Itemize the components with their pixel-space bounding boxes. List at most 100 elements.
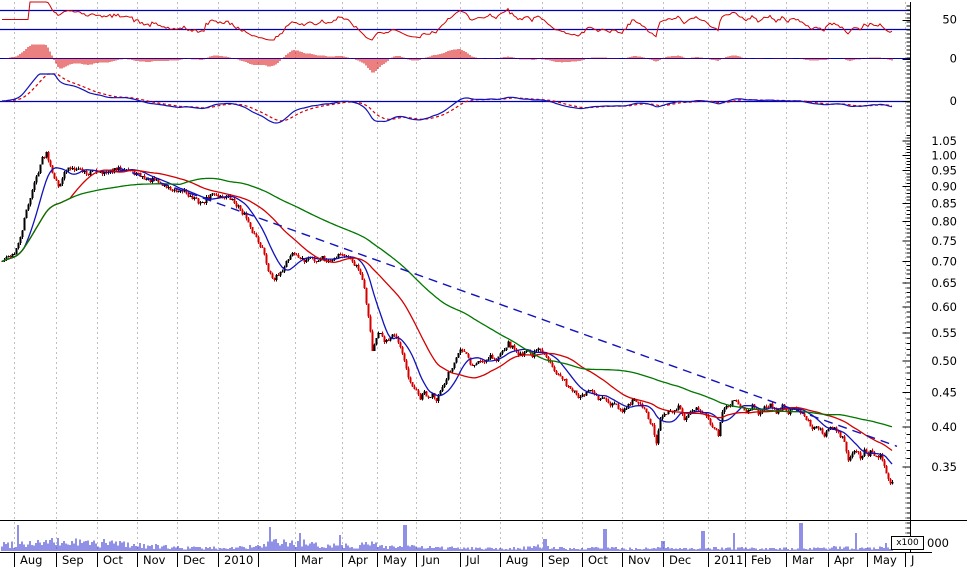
macd-histogram-bar [7,57,9,59]
macd-histogram-bar [807,58,809,61]
candle-body [441,386,444,392]
volume-bar [497,549,499,551]
macd-histogram-bar [761,58,763,60]
volume-bar [359,545,361,551]
volume-bar [127,542,129,551]
volume-bar [231,547,233,551]
macd-histogram-bar [347,57,349,59]
macd-histogram-bar [337,56,339,59]
volume-bar [517,548,519,551]
candle-body [625,408,628,410]
candle-body [883,460,886,467]
macd-histogram-bar [113,58,115,61]
macd-histogram-bar [411,58,413,61]
volume-bar [597,547,599,551]
candle-body [565,379,568,386]
volume-bar [307,545,309,551]
volume-bar [505,549,507,551]
month-label: Mar [301,553,323,567]
volume-bar [787,548,789,551]
candle-body [665,414,668,416]
volume-bar [495,548,497,551]
volume-bar [331,547,333,551]
volume-bar [131,546,133,551]
macd-histogram-bar [577,58,579,62]
candle-body [599,398,602,400]
macd-histogram-bar [189,58,191,60]
volume-bar [161,546,163,551]
volume-bar [63,540,65,551]
volume-bar [727,547,729,551]
volume-bar [573,547,575,551]
volume-bar [185,549,187,551]
macd-histogram-bar [811,58,813,61]
candle-body [583,394,586,396]
volume-bar [311,542,313,551]
candle-body [473,364,476,367]
macd-histogram-bar [689,57,691,59]
macd-histogram-bar [789,58,791,60]
volume-bar [385,545,387,551]
macd-histogram-bar [879,57,881,59]
candle-body [725,406,728,409]
volume-bar [743,548,745,551]
volume-bar [785,547,787,551]
macd-histogram-bar [443,52,445,59]
candle-body [215,194,218,196]
volume-bar [111,540,113,551]
volume-bar [335,545,337,551]
macd-histogram-bar [501,57,503,59]
candle-body [137,172,140,174]
candle-body [7,256,10,258]
macd-histogram-bar [239,58,241,61]
macd-histogram-bar [173,58,175,61]
volume-bar [255,546,257,551]
volume-bar [821,548,823,551]
candle-body [409,377,412,383]
macd-histogram-bar [67,58,69,66]
volume-bar [511,549,513,551]
macd-histogram-bar [691,57,693,59]
volume-bar [803,548,805,551]
macd-histogram-bar [215,55,217,59]
volume-bar [565,549,567,551]
volume-bar [285,541,287,551]
macd-histogram-bar [633,56,635,59]
volume-bar [207,547,209,551]
volume-bar [353,548,355,551]
candle-body [265,254,268,264]
volume-bar [59,545,61,551]
volume-bar [439,547,441,551]
candle-body [857,451,860,453]
macd-histogram-bar [553,58,555,62]
candle-body [269,270,272,274]
volume-bar [233,549,235,551]
volume-bar [885,543,887,551]
candle-body [603,397,606,399]
macd-histogram-bar [665,57,667,59]
macd-histogram-bar [217,55,219,59]
macd-histogram-bar [739,56,741,59]
macd-histogram-bar [93,58,95,64]
oscillator-line [2,1,893,41]
macd-line [1,73,893,124]
volume-bar [547,545,549,551]
volume-bar [289,542,291,551]
candle-body [261,246,264,248]
candle-body [23,218,26,231]
candle-body [491,355,494,359]
volume-bar [313,543,315,551]
macd-histogram-bar [251,58,253,65]
candle-body [501,351,504,354]
macd-histogram-bar [29,45,31,59]
macd-histogram-bar [15,56,17,59]
candle-body [87,174,90,176]
macd-histogram-bar [367,58,369,68]
macd-histogram-bar [551,58,553,61]
macd-histogram-bar [683,57,685,59]
candle-body [621,409,624,412]
volume-bar [51,538,53,551]
macd-histogram-bar [281,58,283,60]
candle-body [683,414,686,421]
macd-histogram-bar [825,58,827,60]
